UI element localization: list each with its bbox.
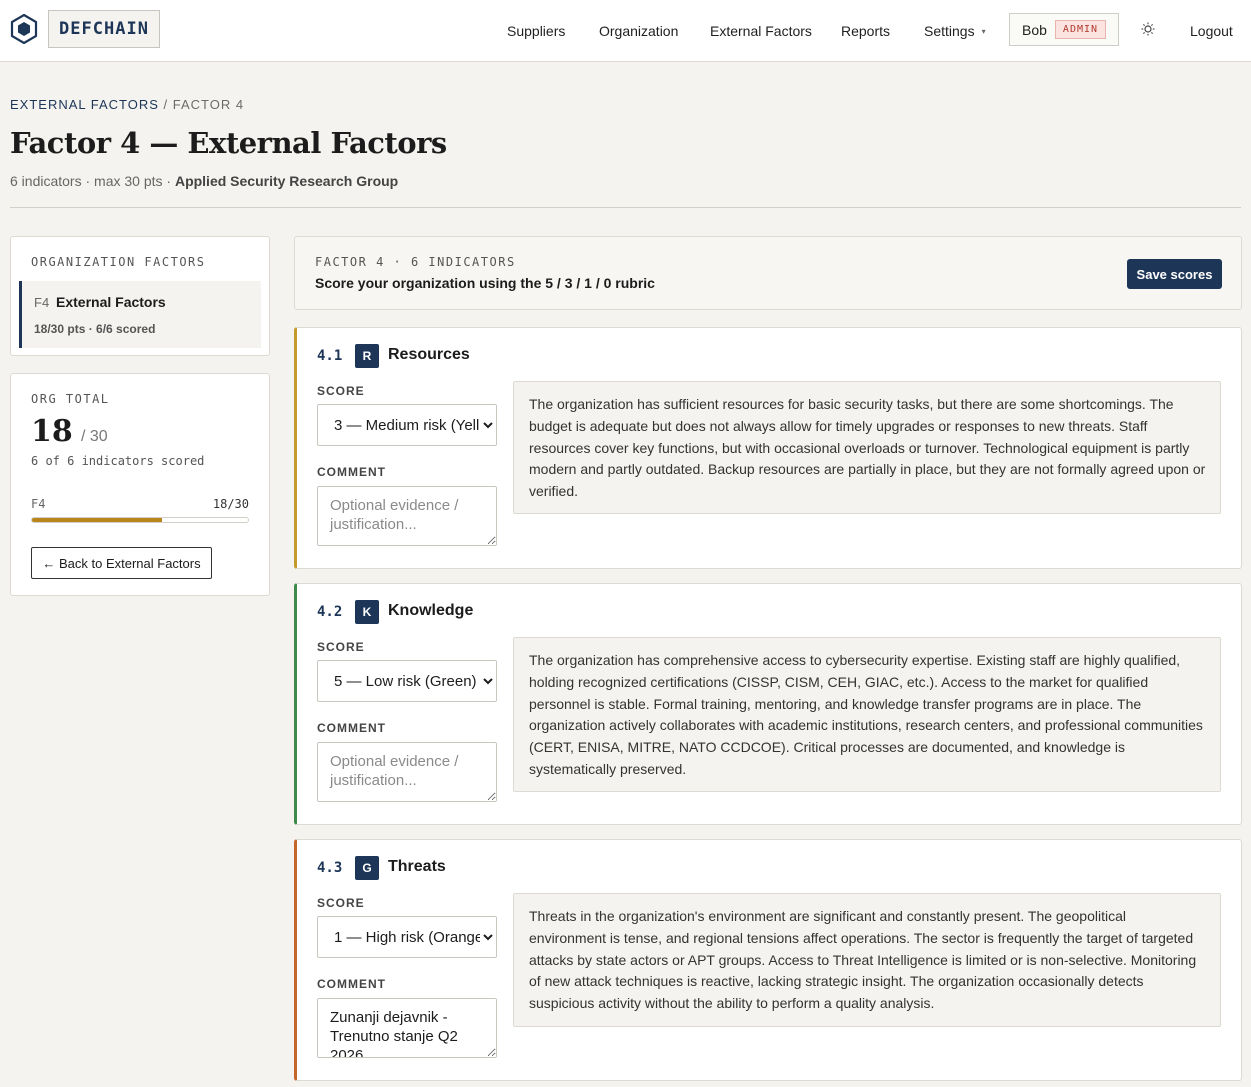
brand-logo[interactable]: DEFCHAIN [48,10,160,48]
indicator-description: The organization has comprehensive acces… [513,637,1221,792]
nav-reports[interactable]: Reports [841,0,890,62]
indicator-number: 4.3 [317,860,343,876]
organization-factors-panel: ORGANIZATION FACTORS F4 External Factors… [10,236,270,356]
indicator-letter-badge: K [355,600,379,624]
breadcrumb-current: FACTOR 4 [172,97,245,112]
nav-suppliers[interactable]: Suppliers [507,0,565,62]
score-label: SCORE [317,640,365,654]
nav-external-factors[interactable]: External Factors [710,0,812,62]
comment-field[interactable] [317,486,497,546]
logout-link[interactable]: Logout [1190,0,1233,62]
comment-label: COMMENT [317,721,386,735]
indicator-title: Threats [388,858,446,875]
indicator-number: 4.1 [317,348,343,364]
header-divider [10,207,1241,208]
role-badge: ADMIN [1054,20,1107,39]
top-navbar: DEFCHAIN Suppliers Organization External… [0,0,1251,62]
organization-name: Applied Security Research Group [174,173,399,189]
organization-factors-label: ORGANIZATION FACTORS [31,255,206,269]
progress-bar-fill [32,518,162,522]
theme-toggle-sun-icon[interactable] [1141,22,1155,36]
breadcrumb: EXTERNAL FACTORS / FACTOR 4 [10,97,244,112]
factor-header-card: FACTOR 4 · 6 INDICATORS Score your organ… [294,236,1242,310]
save-scores-button[interactable]: Save scores [1127,259,1222,289]
progress-bar-label: F4 [31,497,46,511]
org-total-panel: ORG TOTAL 18 / 30 6 of 6 indicators scor… [10,373,270,596]
chevron-down-icon: ▾ [981,26,986,36]
indicator-title: Resources [388,346,470,363]
page-subtitle: 6 indicators · max 30 pts · Applied Secu… [10,173,398,189]
score-select[interactable]: 5 — Low risk (Green) [317,660,497,702]
factor-code: F4 [34,295,50,310]
rubric-instructions: Score your organization using the 5 / 3 … [315,275,655,291]
score-label: SCORE [317,896,365,910]
nav-settings-label: Settings [924,23,975,39]
back-to-external-factors-button[interactable]: ← Back to External Factors [31,547,212,579]
indicator-description: Threats in the organization's environmen… [513,893,1221,1027]
score-label: SCORE [317,384,365,398]
score-select[interactable]: 1 — High risk (Orange) [317,916,497,958]
org-total-label: ORG TOTAL [31,392,110,406]
user-name: Bob [1022,21,1047,38]
factor-meta: 18/30 pts · 6/6 scored [34,322,156,336]
indicator-title: Knowledge [388,602,474,619]
progress-bar [31,517,249,523]
org-total-score: 18 [31,414,73,449]
user-menu[interactable]: Bob ADMIN [1009,13,1119,46]
nav-organization[interactable]: Organization [599,0,678,62]
page-title: Factor 4 — External Factors [10,126,447,160]
factor-indicators-label: FACTOR 4 · 6 INDICATORS [315,255,516,269]
score-select[interactable]: 3 — Medium risk (Yellow) [317,404,497,446]
breadcrumb-separator: / [158,97,173,112]
indicators-scored-note: 6 of 6 indicators scored [31,454,205,468]
nav-settings[interactable]: Settings ▾ [924,0,986,62]
indicator-description: The organization has sufficient resource… [513,381,1221,514]
indicator-card-knowledge: 4.2 K Knowledge SCORE 5 — Low risk (Gree… [294,583,1242,825]
org-total-max: / 30 [81,428,108,445]
indicator-card-threats: 4.3 G Threats SCORE 1 — High risk (Orang… [294,839,1242,1081]
indicator-number: 4.2 [317,604,343,620]
factor-name: External Factors [56,294,166,310]
comment-field[interactable]: Zunanji dejavnik - Trenutno stanje Q2 20… [317,998,497,1058]
comment-label: COMMENT [317,465,386,479]
page-subtitle-meta: 6 indicators · max 30 pts · [10,173,175,189]
indicator-letter-badge: G [355,856,379,880]
hexagon-logo-icon [10,14,38,44]
breadcrumb-external-factors[interactable]: EXTERNAL FACTORS [10,97,159,112]
comment-field[interactable] [317,742,497,802]
sidebar-item-f4[interactable]: F4 External Factors 18/30 pts · 6/6 scor… [19,281,261,348]
progress-bar-value: 18/30 [212,497,249,511]
indicator-card-resources: 4.1 R Resources SCORE 3 — Medium risk (Y… [294,327,1242,569]
comment-label: COMMENT [317,977,386,991]
indicator-letter-badge: R [355,344,379,368]
